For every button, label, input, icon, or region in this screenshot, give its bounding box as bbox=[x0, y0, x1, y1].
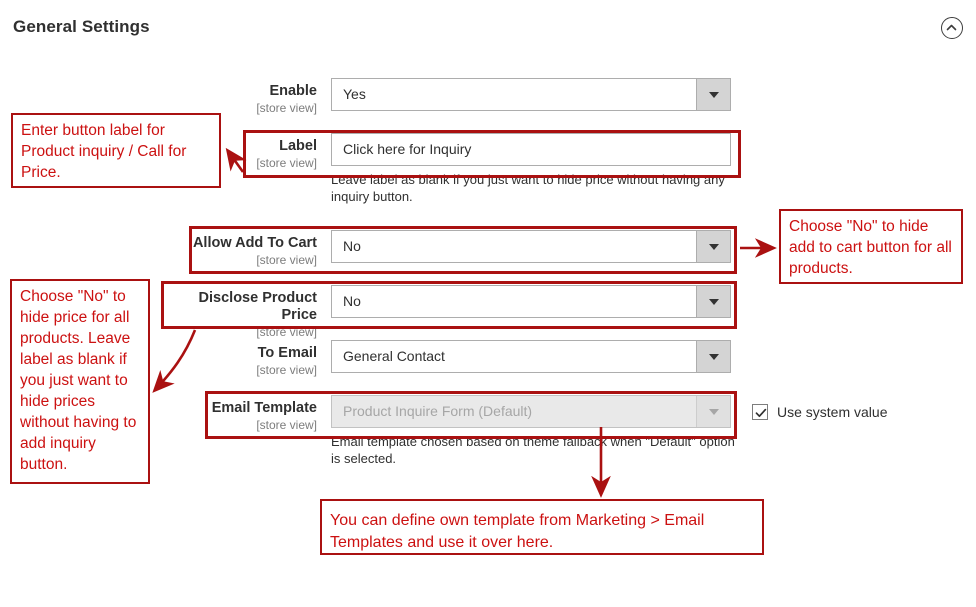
enable-select[interactable]: Yes bbox=[331, 78, 731, 111]
field-row-enable: Enable [store view] Yes bbox=[171, 78, 731, 116]
field-label-to-email: To Email [store view] bbox=[256, 345, 317, 377]
field-label-allow-add-to-cart: Allow Add To Cart [store view] bbox=[192, 235, 317, 267]
chevron-up-circle-icon[interactable] bbox=[941, 17, 963, 39]
annotation-email-template-note: You can define own template from Marketi… bbox=[320, 499, 764, 555]
page-title: General Settings bbox=[13, 17, 150, 36]
use-system-value-row[interactable]: Use system value bbox=[752, 404, 887, 420]
field-label-enable: Enable [store view] bbox=[256, 83, 317, 115]
use-system-value-label: Use system value bbox=[777, 404, 888, 420]
field-label-email-template: Email Template [store view] bbox=[211, 400, 317, 432]
label-hint: Leave label as blank if you just want to… bbox=[331, 172, 725, 204]
annotation-add-to-cart-note: Choose "No" to hide add to cart button f… bbox=[779, 209, 963, 284]
field-row-allow-add-to-cart: Allow Add To Cart [store view] No bbox=[171, 230, 731, 268]
chevron-down-icon[interactable] bbox=[696, 286, 730, 317]
to-email-select[interactable]: General Contact bbox=[331, 340, 731, 373]
email-template-hint: Email template chosen based on theme fal… bbox=[331, 434, 735, 466]
use-system-value-checkbox[interactable] bbox=[752, 404, 768, 420]
field-row-to-email: To Email [store view] General Contact bbox=[171, 340, 731, 378]
allow-add-to-cart-select[interactable]: No bbox=[331, 230, 731, 263]
annotation-label-note: Enter button label for Product inquiry /… bbox=[11, 113, 221, 188]
field-row-disclose-product-price: Disclose Product Price [store view] No bbox=[171, 285, 731, 340]
section-header: General Settings bbox=[0, 0, 976, 55]
chevron-down-icon bbox=[696, 396, 730, 427]
field-label-disclose-product-price: Disclose Product Price [store view] bbox=[198, 290, 317, 339]
check-icon bbox=[755, 408, 767, 418]
chevron-down-icon[interactable] bbox=[696, 231, 730, 262]
field-row-email-template: Email Template [store view] Product Inqu… bbox=[171, 395, 741, 467]
annotation-disclose-price-note: Choose "No" to hide price for all produc… bbox=[10, 279, 150, 484]
disclose-product-price-select[interactable]: No bbox=[331, 285, 731, 318]
chevron-down-icon[interactable] bbox=[696, 79, 730, 110]
chevron-down-icon[interactable] bbox=[696, 341, 730, 372]
email-template-select: Product Inquire Form (Default) bbox=[331, 395, 731, 428]
label-input[interactable]: Click here for Inquiry bbox=[331, 133, 731, 166]
field-row-label: Label [store view] Click here for Inquir… bbox=[171, 133, 731, 205]
